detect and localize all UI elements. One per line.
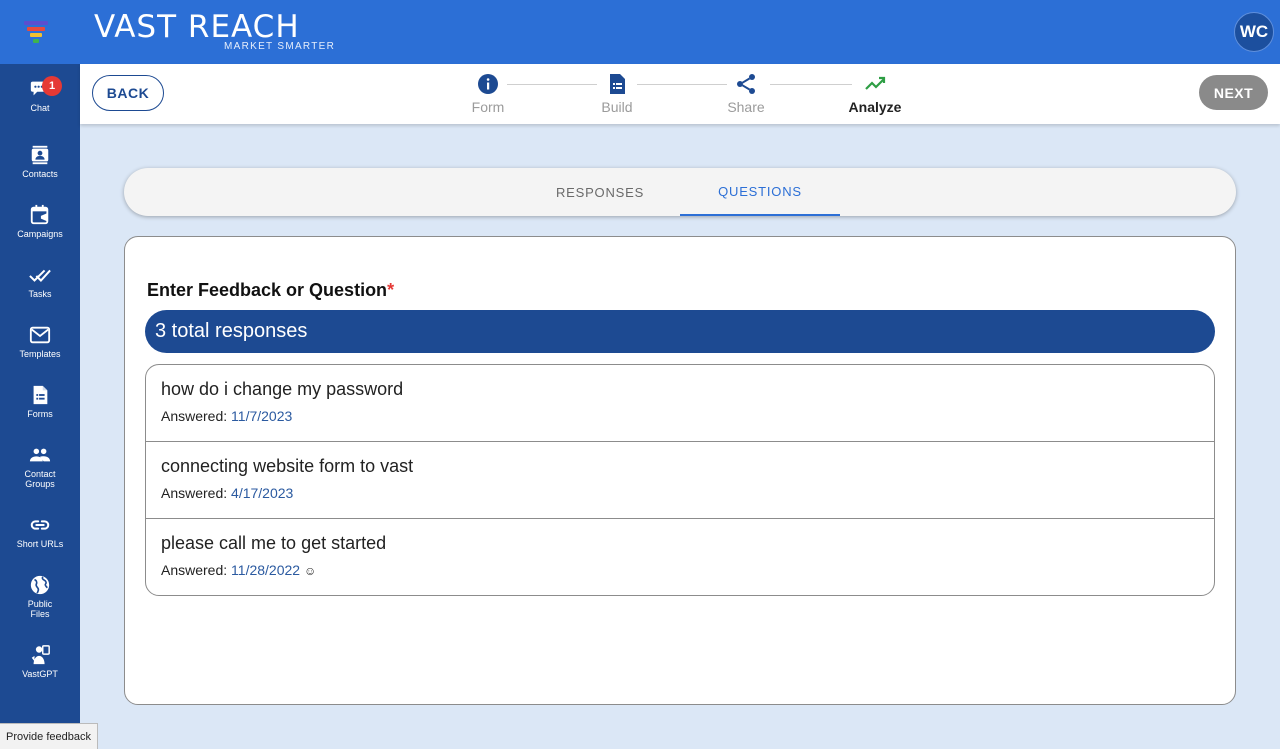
user-avatar[interactable]: WC — [1234, 12, 1274, 52]
sidebar-item-short-urls[interactable]: Short URLs — [0, 514, 80, 549]
sidebar-item-label: Contacts — [22, 169, 58, 179]
brand-logo[interactable]: VAST REACH MARKET SMARTER — [94, 9, 334, 52]
mail-icon — [29, 326, 51, 344]
sidebar: 1 Chat Contacts Campaigns Tasks Template… — [0, 64, 80, 749]
trend-icon — [865, 76, 886, 90]
step-share[interactable]: Share — [706, 72, 786, 115]
sidebar-item-label: Templates — [19, 349, 61, 359]
step-label: Build — [601, 99, 633, 115]
sidebar-item-label: Campaigns — [17, 229, 63, 239]
sidebar-item-chat[interactable]: 1 Chat — [0, 76, 80, 113]
total-responses-bar: 3 total responses — [145, 310, 1215, 353]
funnel-logo-icon[interactable] — [22, 18, 50, 46]
sidebar-item-label: Forms — [27, 409, 53, 419]
tasks-icon — [29, 269, 51, 282]
list-item: please call me to get started Answered: … — [146, 519, 1214, 595]
question-title: Enter Feedback or Question* — [147, 280, 394, 301]
answered-label: Answered: — [161, 485, 228, 501]
brand-name: VAST REACH — [94, 9, 300, 45]
required-mark: * — [387, 280, 395, 300]
step-label: Analyze — [848, 99, 902, 115]
provide-feedback-button[interactable]: Provide feedback — [0, 723, 98, 749]
step-form[interactable]: Form — [448, 72, 528, 115]
answered-label: Answered: — [161, 562, 228, 578]
sidebar-item-label: VastGPT — [22, 669, 58, 679]
sidebar-item-label: Contact Groups — [24, 469, 56, 489]
stepper-bar: BACK Form Build Share Analyze NEXT — [80, 64, 1280, 124]
gpt-icon — [31, 645, 50, 665]
list-item: connecting website form to vast Answered… — [146, 442, 1214, 519]
tab-questions[interactable]: QUESTIONS — [680, 168, 840, 216]
document-icon — [610, 74, 625, 94]
response-text: please call me to get started — [161, 533, 387, 553]
sidebar-item-public-files[interactable]: Public Files — [0, 574, 80, 619]
list-item: how do i change my password Answered: 11… — [146, 365, 1214, 442]
step-analyze[interactable]: Analyze — [835, 72, 915, 115]
campaigns-icon — [30, 204, 49, 225]
sidebar-item-label: Short URLs — [16, 539, 64, 549]
response-text: connecting website form to vast — [161, 456, 414, 476]
sidebar-item-vastgpt[interactable]: VastGPT — [0, 644, 80, 679]
info-icon — [478, 74, 498, 94]
next-button[interactable]: NEXT — [1199, 75, 1268, 110]
answered-date: 11/28/2022 — [231, 562, 301, 578]
step-label: Form — [471, 99, 505, 115]
response-meta: Answered: 11/7/2023 — [161, 408, 1199, 424]
share-icon — [737, 74, 755, 94]
globe-icon — [30, 575, 50, 595]
back-button[interactable]: BACK — [92, 75, 164, 111]
question-card: Enter Feedback or Question* 3 total resp… — [124, 236, 1236, 705]
smiley-icon: ☺ — [303, 564, 317, 578]
analyze-tabs: RESPONSES QUESTIONS — [124, 168, 1236, 216]
response-list: how do i change my password Answered: 11… — [145, 364, 1215, 596]
brand-tagline: MARKET SMARTER — [224, 41, 336, 52]
chat-badge: 1 — [42, 76, 62, 96]
sidebar-item-templates[interactable]: Templates — [0, 324, 80, 359]
response-meta: Answered: 11/28/2022 ☺ — [161, 562, 1199, 578]
sidebar-item-campaigns[interactable]: Campaigns — [0, 204, 80, 239]
sidebar-item-forms[interactable]: Forms — [0, 384, 80, 419]
tab-responses[interactable]: RESPONSES — [520, 168, 680, 216]
sidebar-item-label: Public Files — [27, 599, 53, 619]
sidebar-item-contact-groups[interactable]: Contact Groups — [0, 444, 80, 489]
contacts-icon — [31, 145, 49, 165]
link-icon — [30, 520, 50, 530]
answered-date: 11/7/2023 — [231, 408, 293, 424]
step-build[interactable]: Build — [577, 72, 657, 115]
sidebar-item-label: Chat — [30, 103, 50, 113]
answered-date: 4/17/2023 — [231, 485, 294, 501]
response-meta: Answered: 4/17/2023 — [161, 485, 1199, 501]
sidebar-item-label: Tasks — [28, 289, 52, 299]
group-icon — [29, 448, 51, 462]
sidebar-item-tasks[interactable]: Tasks — [0, 264, 80, 299]
step-label: Share — [727, 99, 765, 115]
top-app-bar: VAST REACH MARKET SMARTER WC — [0, 0, 1280, 64]
response-text: how do i change my password — [161, 379, 404, 399]
answered-label: Answered: — [161, 408, 228, 424]
question-title-text: Enter Feedback or Question — [147, 280, 388, 300]
sidebar-item-contacts[interactable]: Contacts — [0, 144, 80, 179]
form-icon — [33, 385, 48, 405]
